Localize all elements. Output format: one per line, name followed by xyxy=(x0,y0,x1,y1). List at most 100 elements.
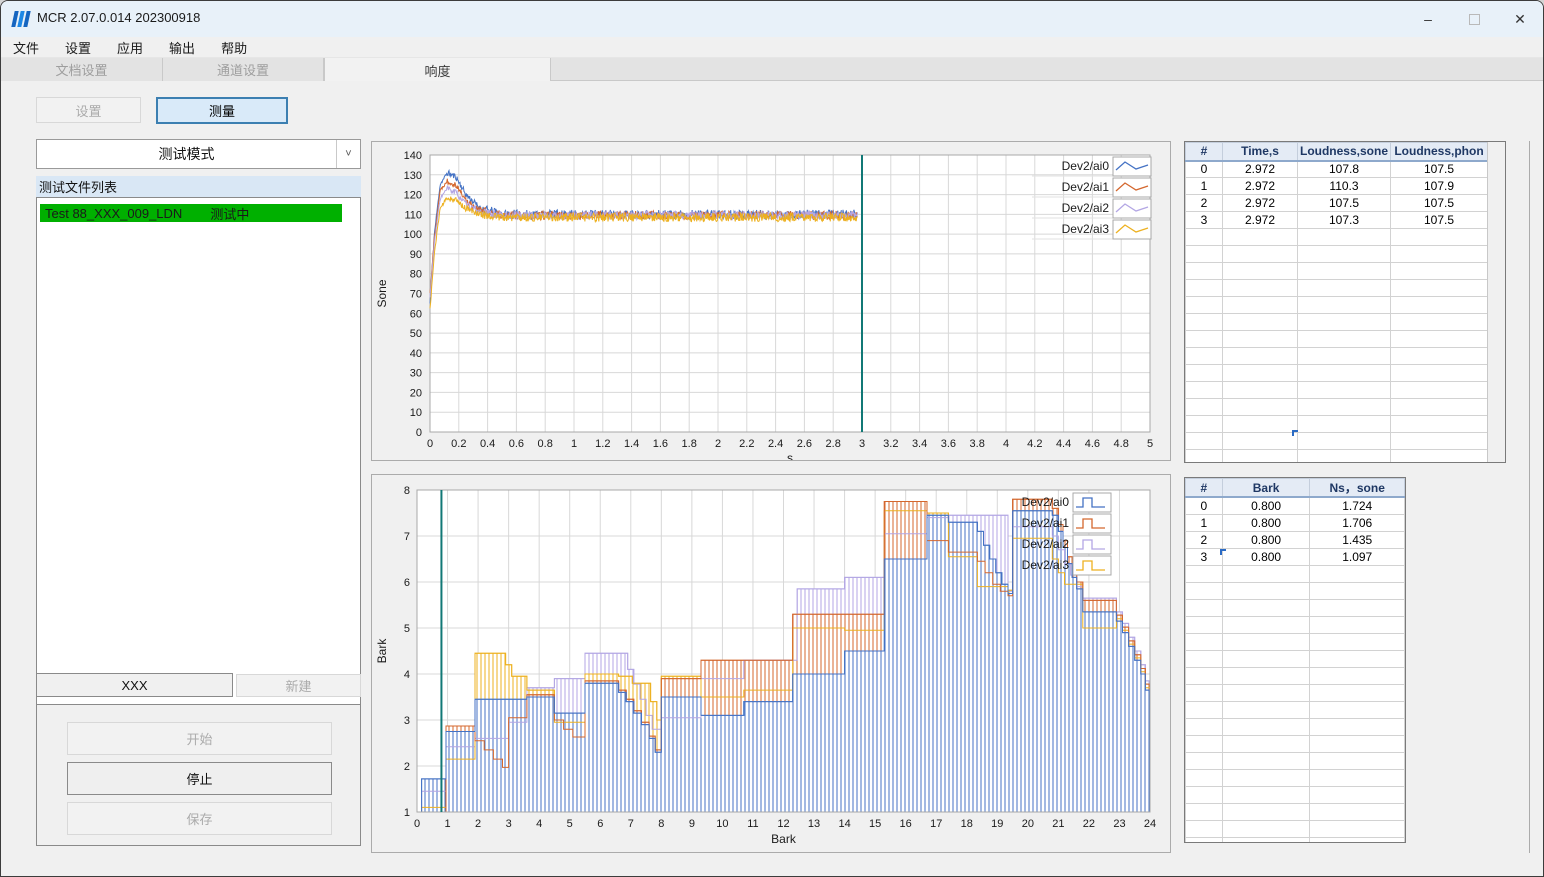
table-cell[interactable] xyxy=(1390,398,1488,416)
table-cell[interactable] xyxy=(1185,751,1223,770)
table-cell[interactable] xyxy=(1309,802,1405,821)
table-cell[interactable] xyxy=(1309,581,1405,600)
table-row[interactable] xyxy=(1185,313,1488,331)
table-cell[interactable]: 1.435 xyxy=(1309,530,1405,549)
table-cell[interactable] xyxy=(1221,581,1311,600)
table-cell[interactable]: 2.972 xyxy=(1222,194,1298,212)
table-cell[interactable] xyxy=(1185,615,1223,634)
table-cell[interactable] xyxy=(1297,449,1391,462)
table-cell[interactable] xyxy=(1185,802,1223,821)
table-cell[interactable] xyxy=(1185,228,1223,246)
table-cell[interactable] xyxy=(1221,802,1311,821)
table-cell[interactable] xyxy=(1185,347,1223,365)
settings-subtab-button[interactable]: 设置 xyxy=(36,97,141,123)
tab-响度[interactable]: 响度 xyxy=(324,58,551,82)
table-cell[interactable] xyxy=(1221,785,1311,804)
table-cell[interactable]: 107.9 xyxy=(1390,177,1488,195)
table-cell[interactable]: 2 xyxy=(1185,530,1223,549)
col-header[interactable]: # xyxy=(1185,142,1223,162)
table-cell[interactable] xyxy=(1309,836,1405,842)
table-cell[interactable]: 3 xyxy=(1185,547,1223,566)
table-cell[interactable] xyxy=(1297,415,1391,433)
table-cell[interactable] xyxy=(1309,615,1405,634)
loudness-time-chart[interactable]: 0 0.2 0.4 0.6 0.8 1 1.2 1.4 1.6 1.8 2 2.2 2.4 2.6 2.8 3… xyxy=(371,141,1171,465)
table-cell[interactable] xyxy=(1185,785,1223,804)
table-cell[interactable]: 0.800 xyxy=(1221,530,1311,549)
table-cell[interactable] xyxy=(1390,228,1488,246)
table-cell[interactable] xyxy=(1297,432,1391,450)
table-row[interactable]: 1 0.800 1.706 xyxy=(1185,513,1405,532)
table-cell[interactable] xyxy=(1390,432,1488,450)
table-row[interactable] xyxy=(1185,836,1405,842)
table-row[interactable] xyxy=(1185,717,1405,736)
table-row[interactable] xyxy=(1185,819,1405,838)
table-row[interactable] xyxy=(1185,683,1405,702)
col-header[interactable]: Bark xyxy=(1221,478,1311,498)
table-row[interactable] xyxy=(1185,649,1405,668)
table-cell[interactable] xyxy=(1309,632,1405,651)
table-cell[interactable] xyxy=(1185,262,1223,280)
table-cell[interactable] xyxy=(1185,649,1223,668)
table-row[interactable]: 3 0.800 1.097 xyxy=(1185,547,1405,566)
bark-table[interactable]: # Bark Ns，sone 0 0.800 1.724 1 0.800 1.706 2 0.800… xyxy=(1184,477,1406,843)
table-cell[interactable] xyxy=(1185,717,1223,736)
table-cell[interactable] xyxy=(1221,666,1311,685)
col-header[interactable]: Loudness,sone xyxy=(1297,142,1391,162)
table-cell[interactable] xyxy=(1221,717,1311,736)
table-cell[interactable] xyxy=(1222,364,1298,382)
table-cell[interactable] xyxy=(1309,751,1405,770)
table-cell[interactable] xyxy=(1221,683,1311,702)
table-cell[interactable] xyxy=(1309,564,1405,583)
table-cell[interactable] xyxy=(1222,432,1298,450)
table-cell[interactable] xyxy=(1222,330,1298,348)
col-header[interactable]: Time,s xyxy=(1222,142,1298,162)
table-cell[interactable] xyxy=(1222,262,1298,280)
table-cell[interactable]: 107.8 xyxy=(1297,160,1391,178)
table-cell[interactable] xyxy=(1297,347,1391,365)
table-cell[interactable] xyxy=(1297,245,1391,263)
table-cell[interactable] xyxy=(1390,330,1488,348)
table-cell[interactable] xyxy=(1390,381,1488,399)
table-cell[interactable] xyxy=(1390,245,1488,263)
table-cell[interactable] xyxy=(1297,330,1391,348)
table-row[interactable] xyxy=(1185,432,1488,450)
table-row[interactable] xyxy=(1185,245,1488,263)
table-cell[interactable] xyxy=(1297,398,1391,416)
tab-通道设置[interactable]: 通道设置 xyxy=(163,58,324,81)
table-row[interactable] xyxy=(1185,415,1488,433)
table-cell[interactable] xyxy=(1221,700,1311,719)
table-cell[interactable] xyxy=(1309,683,1405,702)
table-cell[interactable] xyxy=(1297,228,1391,246)
stop-button[interactable]: 停止 xyxy=(67,762,332,795)
table-cell[interactable] xyxy=(1309,700,1405,719)
table-cell[interactable] xyxy=(1221,836,1311,842)
test-mode-select[interactable]: 测试模式 ˅ xyxy=(36,139,361,169)
table-cell[interactable]: 2.972 xyxy=(1222,177,1298,195)
table-cell[interactable]: 0 xyxy=(1185,496,1223,515)
table-cell[interactable] xyxy=(1297,381,1391,399)
table-scroll-area[interactable] xyxy=(1487,142,1505,462)
table-cell[interactable] xyxy=(1390,296,1488,314)
table-row[interactable] xyxy=(1185,632,1405,651)
table-cell[interactable]: 107.5 xyxy=(1390,211,1488,229)
table-cell[interactable]: 1.097 xyxy=(1309,547,1405,566)
loudness-table[interactable]: # Time,s Loudness,sone Loudness,phon 0 2.972 1… xyxy=(1184,141,1506,463)
table-cell[interactable]: 107.5 xyxy=(1297,194,1391,212)
table-cell[interactable] xyxy=(1222,347,1298,365)
table-cell[interactable] xyxy=(1221,564,1311,583)
table-row[interactable] xyxy=(1185,785,1405,804)
table-row[interactable] xyxy=(1185,802,1405,821)
table-cell[interactable] xyxy=(1222,415,1298,433)
table-cell[interactable] xyxy=(1222,313,1298,331)
table-cell[interactable]: 110.3 xyxy=(1297,177,1391,195)
table-cell[interactable] xyxy=(1390,415,1488,433)
table-row[interactable] xyxy=(1185,296,1488,314)
table-cell[interactable] xyxy=(1185,313,1223,331)
table-cell[interactable] xyxy=(1222,245,1298,263)
table-row[interactable] xyxy=(1185,768,1405,787)
menu-item-设置[interactable]: 设置 xyxy=(53,36,103,59)
table-row[interactable] xyxy=(1185,581,1405,600)
table-cell[interactable] xyxy=(1222,296,1298,314)
table-cell[interactable] xyxy=(1390,313,1488,331)
col-header[interactable]: Ns，sone xyxy=(1309,478,1405,498)
